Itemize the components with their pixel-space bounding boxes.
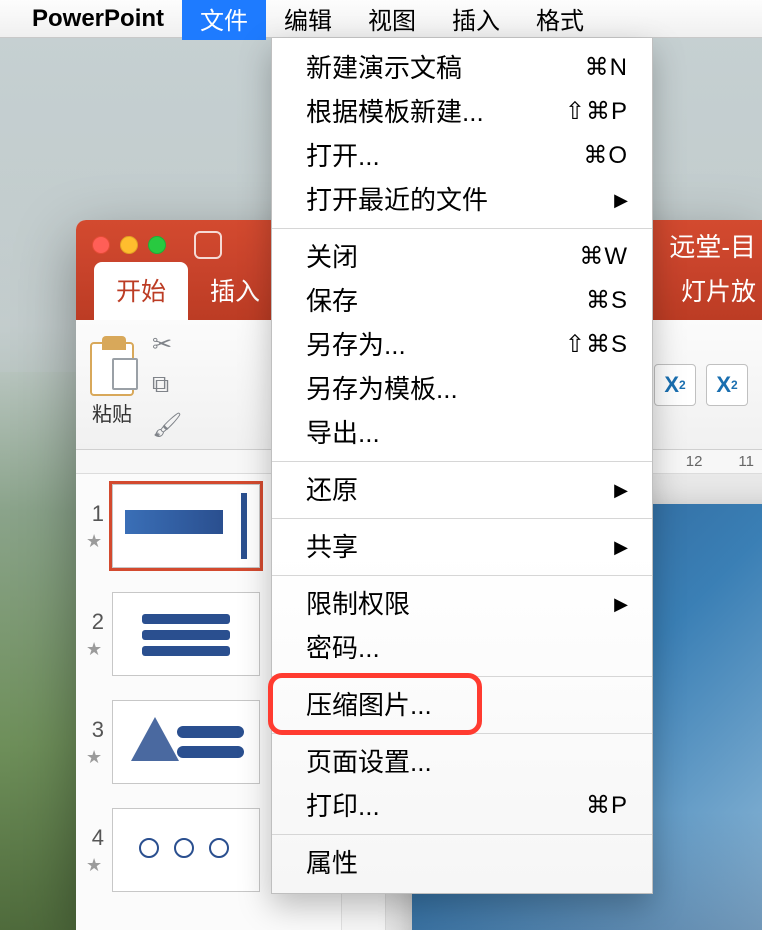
cut-icon[interactable]: ✂ xyxy=(152,330,182,359)
menu-item-label: 打开最近的文件 xyxy=(306,182,488,218)
menu-item[interactable]: 根据模板新建... ⇧⌘P xyxy=(272,90,652,134)
menu-item-label: 共享 xyxy=(306,529,358,565)
menu-shortcut: ⇧⌘S xyxy=(565,327,628,363)
menu-item-label: 打印... xyxy=(306,788,380,824)
slide-thumbnail-4[interactable] xyxy=(112,808,260,892)
tab-slideshow-fragment[interactable]: 灯片放 xyxy=(675,262,762,320)
menu-format[interactable]: 格式 xyxy=(518,0,602,40)
menu-shortcut: ⌘W xyxy=(579,239,628,275)
quick-access-icon[interactable] xyxy=(194,231,222,259)
menu-item[interactable]: 关闭 ⌘W xyxy=(272,235,652,279)
paste-label[interactable]: 粘贴 xyxy=(92,398,132,427)
menu-item-label: 打开... xyxy=(306,138,380,174)
menu-item-label: 根据模板新建... xyxy=(306,94,484,130)
submenu-arrow-icon: ▶ xyxy=(614,182,628,218)
menu-item[interactable]: 打开... ⌘O xyxy=(272,134,652,178)
menu-item-label: 页面设置... xyxy=(306,744,432,780)
menu-item-label: 新建演示文稿 xyxy=(306,50,462,86)
animation-star-icon: ★ xyxy=(86,531,104,552)
menu-shortcut: ⌘S xyxy=(586,283,628,319)
menu-item-label: 导出... xyxy=(306,415,380,451)
menu-item-label: 属性 xyxy=(306,845,358,881)
menu-view[interactable]: 视图 xyxy=(350,0,434,40)
slide-thumbnail-1[interactable] xyxy=(112,484,260,568)
menu-file[interactable]: 文件 xyxy=(182,0,266,40)
menu-item[interactable]: 限制权限 ▶ xyxy=(272,582,652,626)
menu-item[interactable]: 共享 ▶ xyxy=(272,525,652,569)
slide-number: 4 xyxy=(86,825,104,851)
menu-item-label: 关闭 xyxy=(306,239,358,275)
ruler-mark: 12 xyxy=(686,453,703,470)
menu-item[interactable]: 打开最近的文件 ▶ xyxy=(272,178,652,222)
menu-item[interactable]: 打印... ⌘P xyxy=(272,784,652,828)
submenu-arrow-icon: ▶ xyxy=(614,472,628,508)
menu-insert[interactable]: 插入 xyxy=(434,0,518,40)
window-zoom-button[interactable] xyxy=(148,236,166,254)
menu-item-label: 密码... xyxy=(306,630,380,666)
submenu-arrow-icon: ▶ xyxy=(614,529,628,565)
menu-item[interactable]: 新建演示文稿 ⌘N xyxy=(272,46,652,90)
menu-item[interactable]: 压缩图片... xyxy=(272,683,652,727)
copy-icon[interactable]: ⧉ xyxy=(152,371,182,399)
file-menu-dropdown: 新建演示文稿 ⌘N 根据模板新建... ⇧⌘P 打开... ⌘O 打开最近的文件 ▶ 关闭 ⌘W 保… xyxy=(271,38,653,894)
slide-number: 3 xyxy=(86,717,104,743)
menu-item-label: 限制权限 xyxy=(306,586,410,622)
menu-item[interactable]: 还原 ▶ xyxy=(272,468,652,512)
menu-item[interactable]: 密码... xyxy=(272,626,652,670)
menu-item-label: 保存 xyxy=(306,283,358,319)
animation-star-icon: ★ xyxy=(86,747,104,768)
format-painter-icon[interactable]: 🖌 xyxy=(152,411,182,440)
slide-thumbnail-2[interactable] xyxy=(112,592,260,676)
menu-item[interactable]: 另存为... ⇧⌘S xyxy=(272,323,652,367)
menu-item[interactable]: 页面设置... xyxy=(272,740,652,784)
tab-home[interactable]: 开始 xyxy=(94,262,188,320)
submenu-arrow-icon: ▶ xyxy=(614,586,628,622)
slide-thumbnail-3[interactable] xyxy=(112,700,260,784)
clipboard-tools: ✂ ⧉ 🖌 xyxy=(152,330,182,440)
menu-shortcut: ⇧⌘P xyxy=(565,94,628,130)
clipboard-icon[interactable] xyxy=(90,342,134,396)
window-close-button[interactable] xyxy=(92,236,110,254)
macos-menubar: PowerPoint 文件 编辑 视图 插入 格式 xyxy=(0,0,762,38)
animation-star-icon: ★ xyxy=(86,639,104,660)
app-name[interactable]: PowerPoint xyxy=(32,5,164,33)
paste-group: 粘贴 xyxy=(90,342,134,427)
menu-shortcut: ⌘P xyxy=(586,788,628,824)
window-title: 远堂-目 xyxy=(669,227,762,264)
menu-item[interactable]: 属性 xyxy=(272,841,652,885)
menu-item[interactable]: 另存为模板... xyxy=(272,367,652,411)
slide-number: 1 xyxy=(86,501,104,527)
tab-insert[interactable]: 插入 xyxy=(188,262,282,320)
menu-item-label: 另存为... xyxy=(306,327,406,363)
menu-shortcut: ⌘O xyxy=(583,138,628,174)
menu-item[interactable]: 导出... xyxy=(272,411,652,455)
menu-shortcut: ⌘N xyxy=(585,50,628,86)
menu-item-label: 还原 xyxy=(306,472,358,508)
window-minimize-button[interactable] xyxy=(120,236,138,254)
superscript-button[interactable]: X2 xyxy=(654,364,696,406)
menu-item[interactable]: 保存 ⌘S xyxy=(272,279,652,323)
slide-number: 2 xyxy=(86,609,104,635)
ruler-mark: 11 xyxy=(738,453,754,470)
menu-edit[interactable]: 编辑 xyxy=(266,0,350,40)
subscript-button[interactable]: X2 xyxy=(706,364,748,406)
menu-item-label: 另存为模板... xyxy=(306,371,458,407)
menu-item-label: 压缩图片... xyxy=(306,687,432,723)
animation-star-icon: ★ xyxy=(86,855,104,876)
